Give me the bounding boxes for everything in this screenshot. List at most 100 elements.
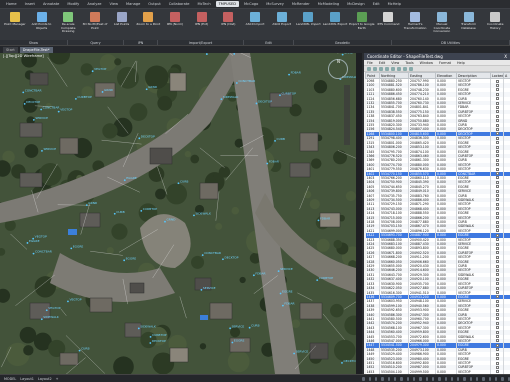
locked-checkbox[interactable]: [496, 198, 499, 202]
status-tab-0[interactable]: MODEL: [4, 377, 16, 381]
locked-checkbox[interactable]: [496, 370, 499, 374]
locked-checkbox[interactable]: [496, 233, 499, 237]
menu-item-help[interactable]: Help: [457, 61, 465, 65]
ribbon-button-3d-north-east-of-point[interactable]: 3D North/East of Point: [82, 11, 108, 35]
locked-checkbox[interactable]: [496, 357, 499, 361]
locked-checkbox[interactable]: [496, 150, 499, 153]
locked-checkbox[interactable]: [496, 136, 499, 140]
ribbon-button-re-scale-complete-drawing[interactable]: Re-scale Complete Drawing: [55, 11, 81, 35]
locked-checkbox[interactable]: [496, 242, 499, 246]
status-toggle-icon[interactable]: [400, 376, 403, 381]
ribbon-button-helmert-s-transformation[interactable]: Helmert's Transformation: [402, 11, 428, 35]
ribbon-tab-edit[interactable]: Edit: [370, 1, 383, 7]
ribbon-button-coordinate-history[interactable]: Coordinate History: [482, 11, 508, 35]
locked-checkbox[interactable]: [496, 264, 499, 268]
locked-checkbox[interactable]: [496, 343, 499, 347]
status-toggle-icon[interactable]: [381, 376, 384, 381]
find-icon[interactable]: [385, 66, 389, 71]
navigation-bar[interactable]: [344, 85, 350, 145]
locked-checkbox[interactable]: [496, 127, 499, 131]
viewport-controls-label[interactable]: [-][Top][2D Wireframe]: [3, 54, 44, 58]
locked-checkbox[interactable]: [496, 220, 499, 224]
locked-checkbox[interactable]: [496, 273, 499, 277]
locked-checkbox[interactable]: [496, 189, 499, 193]
ribbon-tab-home[interactable]: Home: [3, 1, 20, 7]
ribbon-tab-mcmodeling[interactable]: McModeling: [315, 1, 342, 7]
locked-checkbox[interactable]: [496, 339, 499, 343]
ribbon-button-rts-command[interactable]: RTS Command: [376, 11, 402, 35]
locked-checkbox[interactable]: [496, 141, 499, 145]
locked-checkbox[interactable]: [496, 207, 499, 211]
locked-checkbox[interactable]: [496, 83, 499, 87]
export-icon[interactable]: [397, 66, 401, 71]
ribbon-tab-modify[interactable]: Modify: [64, 1, 82, 7]
locked-checkbox[interactable]: [496, 321, 499, 325]
ribbon-button-landxml-export[interactable]: LandXML Export: [322, 11, 348, 35]
import-icon[interactable]: [403, 66, 407, 71]
ribbon-tab-view[interactable]: View: [106, 1, 121, 7]
locked-checkbox[interactable]: [496, 101, 499, 105]
ribbon-button-point-manager[interactable]: Point Manager: [2, 11, 28, 35]
locked-checkbox[interactable]: [496, 97, 499, 101]
ribbon-button-transform-database[interactable]: Transform Database: [456, 11, 482, 35]
locked-checkbox[interactable]: [496, 180, 499, 184]
status-toggle-icon[interactable]: [431, 376, 435, 381]
status-toggle-icon[interactable]: [476, 376, 479, 381]
locked-checkbox[interactable]: [496, 255, 499, 259]
locked-checkbox[interactable]: [496, 105, 499, 109]
status-toggle-icon[interactable]: [469, 376, 473, 381]
locked-checkbox[interactable]: [496, 216, 499, 220]
locked-checkbox[interactable]: [496, 163, 499, 167]
status-toggle-icon[interactable]: [444, 376, 447, 381]
locked-checkbox[interactable]: [496, 167, 499, 171]
viewcube-compass[interactable]: N: [328, 59, 348, 79]
locked-checkbox[interactable]: [496, 365, 499, 369]
locked-checkbox[interactable]: [496, 202, 499, 206]
status-toggle-icon[interactable]: [419, 376, 422, 381]
locked-checkbox[interactable]: [496, 145, 499, 149]
menu-item-view[interactable]: View: [391, 61, 399, 65]
locked-checkbox[interactable]: [496, 308, 499, 312]
locked-checkbox[interactable]: [496, 295, 499, 299]
locked-checkbox[interactable]: [496, 119, 499, 123]
ribbon-button-ascii-import[interactable]: ASCII Import: [242, 11, 268, 35]
locked-checkbox[interactable]: [496, 92, 499, 96]
locked-checkbox[interactable]: [496, 176, 499, 180]
locked-checkbox[interactable]: [496, 361, 499, 365]
locked-checkbox[interactable]: [496, 304, 499, 308]
ribbon-tab-mcdesign[interactable]: McDesign: [344, 1, 368, 7]
status-toggle-icon[interactable]: [412, 376, 416, 381]
status-tab-3[interactable]: +: [56, 377, 59, 381]
doc-tab-1[interactable]: DrapeFile-Test*: [19, 46, 53, 53]
locked-checkbox[interactable]: [496, 88, 499, 92]
ribbon-button-landxml-import[interactable]: LandXML Import: [296, 11, 322, 35]
locked-checkbox[interactable]: [496, 229, 499, 233]
ribbon-button-ipn-dist-[interactable]: IPN (Dist): [216, 11, 242, 35]
status-toggle-icon[interactable]: [501, 376, 504, 381]
locked-checkbox[interactable]: [496, 277, 499, 281]
locked-checkbox[interactable]: [496, 268, 499, 272]
ribbon-tab-mcsurvey[interactable]: McSurvey: [263, 1, 287, 7]
undo-icon[interactable]: [373, 66, 377, 71]
locked-checkbox[interactable]: [496, 114, 499, 118]
status-tab-2[interactable]: Layout2: [38, 377, 52, 381]
locked-checkbox[interactable]: [496, 326, 499, 330]
locked-checkbox[interactable]: [496, 224, 499, 228]
locked-checkbox[interactable]: [496, 79, 499, 83]
locked-checkbox[interactable]: [496, 123, 499, 127]
locked-checkbox[interactable]: [496, 211, 499, 215]
status-toggle-icon[interactable]: [425, 376, 428, 381]
locked-checkbox[interactable]: [496, 313, 499, 317]
ribbon-button-zoom-to-a-point[interactable]: Zoom to a Point: [135, 11, 161, 35]
status-toggle-icon[interactable]: [362, 376, 365, 381]
drawing-viewport[interactable]: DECKTOP VEGTOP CURB EGGRE SERVICE CURBTOP SIDE…: [0, 53, 356, 374]
locked-checkbox[interactable]: [496, 317, 499, 321]
ribbon-tab-mctech[interactable]: McTech: [194, 1, 213, 7]
save-icon[interactable]: [367, 66, 371, 71]
menu-item-tools[interactable]: Tools: [405, 61, 413, 65]
status-toggle-icon[interactable]: [394, 376, 397, 381]
ribbon-tab-output[interactable]: Output: [145, 1, 163, 7]
menu-item-file[interactable]: File: [367, 61, 373, 65]
ribbon-button-list-points[interactable]: List Points: [109, 11, 135, 35]
locked-checkbox[interactable]: [496, 251, 499, 255]
